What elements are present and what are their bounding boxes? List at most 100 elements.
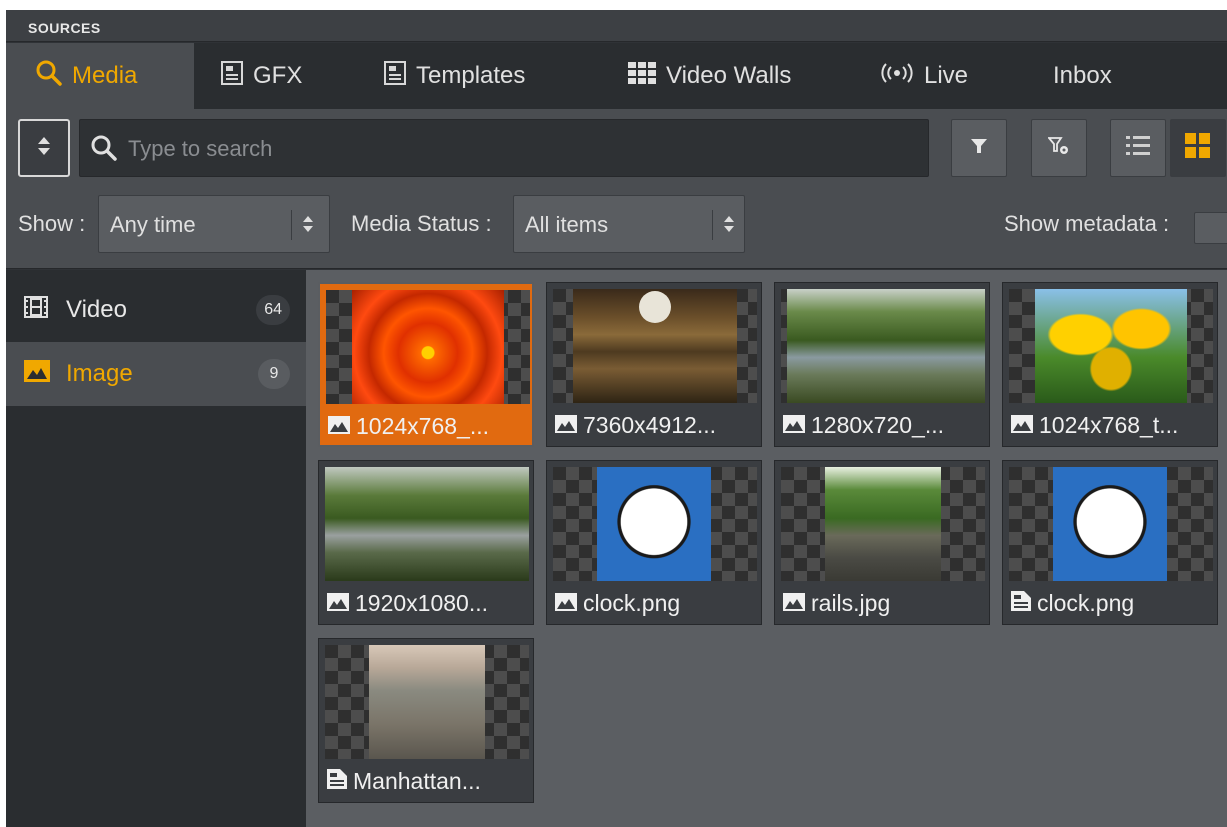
- select-divider: [712, 210, 713, 240]
- thumbnail: [325, 467, 529, 581]
- library-image: [573, 289, 737, 403]
- item-label: clock.png: [583, 589, 681, 616]
- tab-label: Video Walls: [666, 62, 792, 89]
- show-label: Show :: [18, 211, 86, 236]
- item-caption: clock.png: [555, 589, 755, 617]
- template-icon: [221, 60, 243, 92]
- tab-label: Templates: [416, 62, 526, 89]
- grid-view-button[interactable]: [1170, 119, 1226, 177]
- search-field: [79, 119, 929, 177]
- tab-gfx[interactable]: GFX: [221, 43, 302, 109]
- list-view-icon: [1126, 135, 1150, 162]
- search-icon: [90, 134, 118, 167]
- tab-label: Inbox: [1053, 62, 1112, 89]
- thumbnail: [781, 467, 985, 581]
- category-sidebar: Video 64 Image 9: [6, 270, 306, 827]
- show-time-select[interactable]: Any time: [98, 195, 330, 253]
- grid-view-icon: [1185, 132, 1211, 164]
- document-icon: [327, 768, 347, 795]
- image-icon: [783, 412, 805, 439]
- media-item[interactable]: clock.png: [546, 460, 762, 625]
- tab-inbox[interactable]: Inbox: [1053, 43, 1112, 109]
- item-caption: 1024x768_t...: [1011, 411, 1211, 439]
- media-status-select[interactable]: All items: [513, 195, 745, 253]
- item-label: 7360x4912...: [583, 411, 717, 438]
- media-item[interactable]: rails.jpg: [774, 460, 990, 625]
- media-item[interactable]: 1024x768_...: [318, 282, 534, 447]
- item-caption: 1280x720_...: [783, 411, 983, 439]
- count-badge: 64: [256, 295, 290, 325]
- thumbnail: [781, 289, 985, 403]
- item-label: 1024x768_...: [356, 412, 490, 439]
- tab-label: GFX: [253, 62, 303, 89]
- item-label: rails.jpg: [811, 589, 891, 616]
- count-badge: 9: [258, 359, 290, 389]
- image-icon: [1011, 412, 1033, 439]
- sidebar-item-video[interactable]: Video 64: [6, 278, 306, 342]
- thumbnail: [553, 289, 757, 403]
- image-icon: [24, 359, 50, 389]
- grid-icon: [628, 61, 656, 91]
- media-grid: 1024x768_... 7360x4912... 1280x720_... 1…: [306, 270, 1227, 827]
- search-input[interactable]: [128, 132, 908, 166]
- sidebar-item-label: Image: [66, 360, 133, 387]
- filter-button[interactable]: [951, 119, 1007, 177]
- image-icon: [327, 590, 349, 617]
- list-view-button[interactable]: [1110, 119, 1166, 177]
- media-item[interactable]: 1024x768_t...: [1002, 282, 1218, 447]
- select-divider: [291, 210, 292, 240]
- item-label: 1024x768_t...: [1039, 411, 1179, 438]
- item-label: 1280x720_...: [811, 411, 945, 438]
- item-caption: Manhattan...: [327, 767, 527, 795]
- filter-row: Show : Any time Media Status : All items…: [6, 187, 1227, 269]
- show-metadata-checkbox[interactable]: [1194, 212, 1227, 244]
- item-label: 1920x1080...: [355, 589, 489, 616]
- sidebar-item-label: Video: [66, 296, 127, 323]
- image-icon: [328, 413, 350, 440]
- sources-panel: SOURCES Media GFX Templates Video Walls: [6, 10, 1227, 827]
- media-item[interactable]: 1280x720_...: [774, 282, 990, 447]
- image-icon: [555, 412, 577, 439]
- item-label: clock.png: [1037, 589, 1135, 616]
- clock-image: [1053, 467, 1167, 581]
- flower-image: [352, 290, 504, 404]
- select-value: Any time: [110, 212, 196, 237]
- rails-image: [825, 467, 941, 581]
- select-value: All items: [525, 212, 609, 237]
- image-icon: [783, 590, 805, 617]
- media-status-label: Media Status :: [351, 211, 492, 236]
- select-arrows-icon: [302, 214, 314, 240]
- media-item[interactable]: Manhattan...: [318, 638, 534, 803]
- thumbnail: [325, 645, 529, 759]
- filter-settings-button[interactable]: [1031, 119, 1087, 177]
- search-icon: [36, 60, 62, 93]
- clock-image: [597, 467, 711, 581]
- item-caption: 1920x1080...: [327, 589, 527, 617]
- sort-button[interactable]: [18, 119, 70, 177]
- select-arrows-icon: [723, 214, 735, 240]
- document-icon: [1011, 590, 1031, 617]
- city-image: [369, 645, 485, 759]
- river-image: [325, 467, 529, 581]
- source-tabs: Media GFX Templates Video Walls Live Inb…: [6, 43, 1227, 109]
- tab-label: Live: [924, 62, 969, 89]
- tab-media[interactable]: Media: [6, 43, 194, 109]
- media-item[interactable]: 7360x4912...: [546, 282, 762, 447]
- media-item[interactable]: 1920x1080...: [318, 460, 534, 625]
- tab-templates[interactable]: Templates: [384, 43, 525, 109]
- item-caption: rails.jpg: [783, 589, 983, 617]
- tab-video-walls[interactable]: Video Walls: [628, 43, 791, 109]
- toolbar: [6, 109, 1227, 187]
- media-item[interactable]: clock.png: [1002, 460, 1218, 625]
- panel-header: SOURCES: [6, 10, 1227, 42]
- tab-live[interactable]: Live: [880, 43, 968, 109]
- tab-label: Media: [72, 62, 138, 89]
- sort-arrows-icon: [37, 136, 51, 161]
- film-icon: [24, 295, 48, 325]
- item-caption: clock.png: [1011, 589, 1211, 617]
- image-icon: [555, 590, 577, 617]
- template-icon: [384, 60, 406, 92]
- item-label: Manhattan...: [353, 767, 481, 794]
- sidebar-item-image[interactable]: Image 9: [6, 342, 306, 406]
- tulip-image: [1035, 289, 1187, 403]
